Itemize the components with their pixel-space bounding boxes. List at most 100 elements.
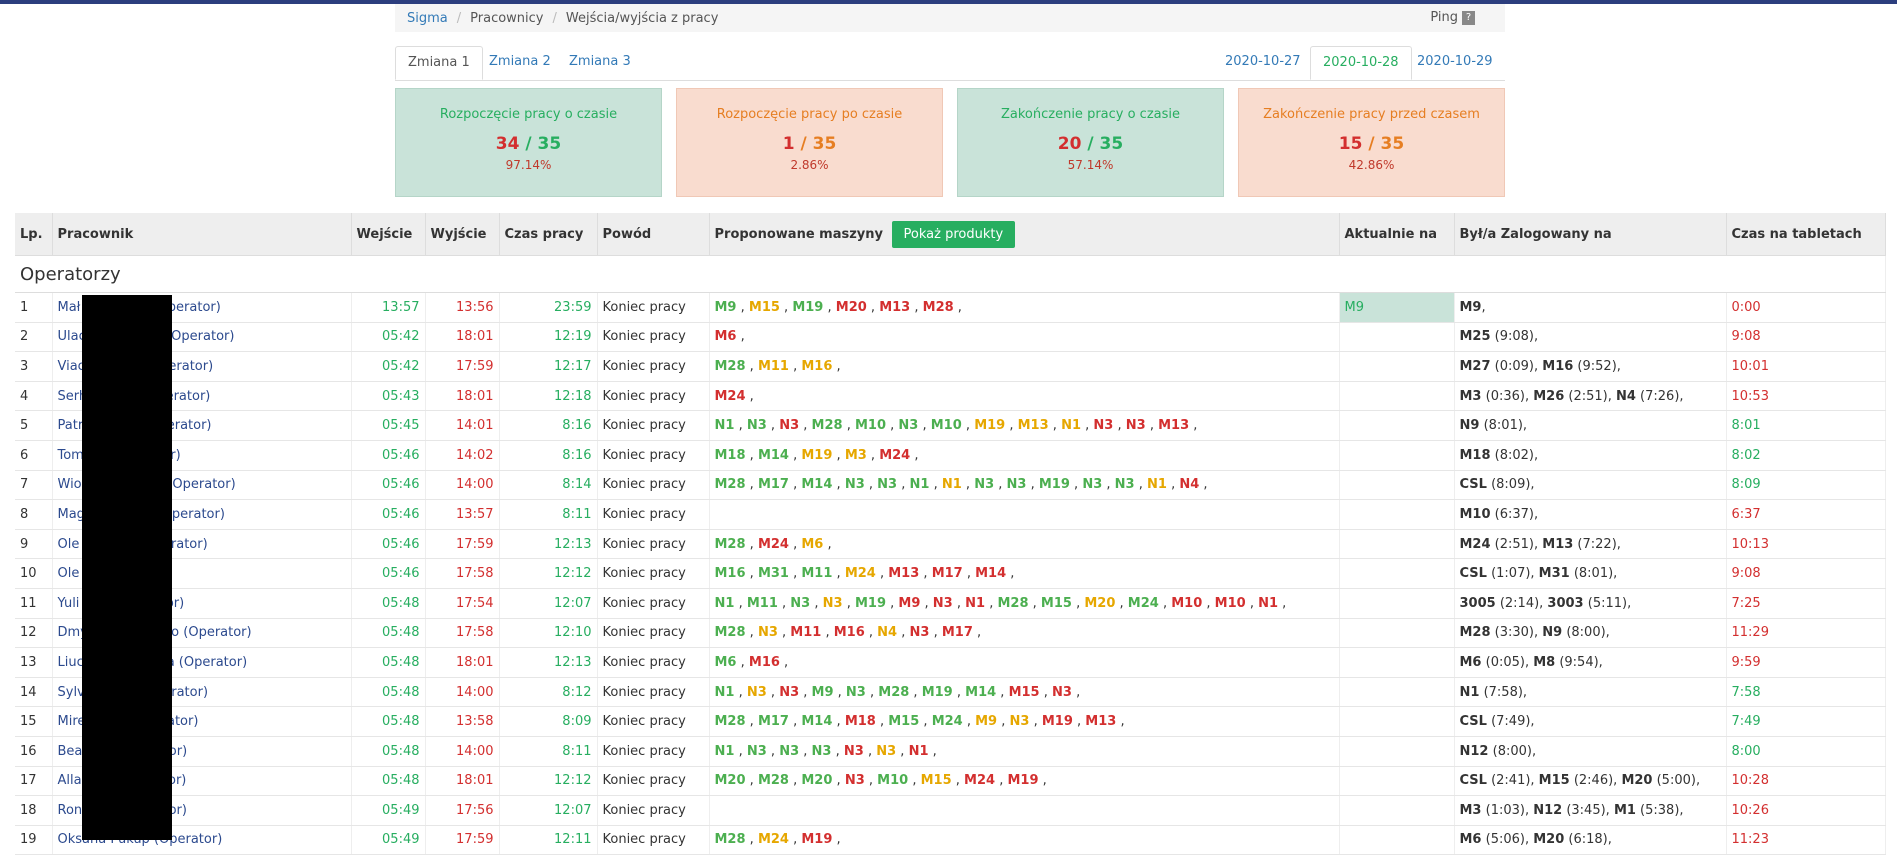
machine-tag[interactable]: N3 bbox=[1093, 418, 1113, 433]
machine-tag[interactable]: N1 bbox=[1061, 418, 1081, 433]
machine-tag[interactable]: M15 bbox=[1009, 685, 1040, 700]
machine-tag[interactable]: M20 bbox=[1084, 596, 1115, 611]
machine-tag[interactable]: M24 bbox=[932, 714, 963, 729]
machine-tag[interactable]: N3 bbox=[1052, 685, 1072, 700]
machine-tag[interactable]: M24 bbox=[964, 773, 995, 788]
machine-tag[interactable]: N1 bbox=[1258, 596, 1278, 611]
machine-tag[interactable]: M15 bbox=[1041, 596, 1072, 611]
tab-zmiana-2[interactable]: Zmiana 2 bbox=[477, 46, 563, 78]
machine-tag[interactable]: M28 bbox=[878, 685, 909, 700]
machine-tag[interactable]: N1 bbox=[1147, 477, 1167, 492]
machine-tag[interactable]: M17 bbox=[758, 477, 789, 492]
machine-tag[interactable]: N3 bbox=[779, 418, 799, 433]
machine-tag[interactable]: N3 bbox=[876, 744, 896, 759]
machine-tag[interactable]: M9 bbox=[812, 685, 834, 700]
machine-tag[interactable]: M15 bbox=[749, 300, 780, 315]
header-zalogowany-na[interactable]: Był/a Zalogowany na bbox=[1454, 213, 1727, 256]
machine-tag[interactable]: N3 bbox=[898, 418, 918, 433]
machine-tag[interactable]: M17 bbox=[758, 714, 789, 729]
machine-tag[interactable]: N1 bbox=[715, 596, 735, 611]
header-czas-na-tabletach[interactable]: Czas na tabletach bbox=[1726, 213, 1886, 256]
machine-tag[interactable]: M13 bbox=[1018, 418, 1049, 433]
machine-tag[interactable]: M13 bbox=[1085, 714, 1116, 729]
machine-tag[interactable]: M15 bbox=[921, 773, 952, 788]
machine-tag[interactable]: N3 bbox=[758, 625, 778, 640]
machine-tag[interactable]: M20 bbox=[836, 300, 867, 315]
machine-tag[interactable]: N1 bbox=[910, 477, 930, 492]
machine-tag[interactable]: N4 bbox=[877, 625, 897, 640]
header-wejscie[interactable]: Wejście bbox=[351, 213, 426, 256]
machine-tag[interactable]: N3 bbox=[1126, 418, 1146, 433]
machine-tag[interactable]: M19 bbox=[801, 448, 832, 463]
machine-tag[interactable]: N3 bbox=[779, 685, 799, 700]
machine-tag[interactable]: N3 bbox=[747, 418, 767, 433]
machine-tag[interactable]: M16 bbox=[715, 566, 746, 581]
machine-tag[interactable]: M24 bbox=[758, 537, 789, 552]
breadcrumb-sigma[interactable]: Sigma bbox=[407, 11, 448, 26]
machine-tag[interactable]: M14 bbox=[758, 448, 789, 463]
machine-tag[interactable]: M13 bbox=[888, 566, 919, 581]
machine-tag[interactable]: N3 bbox=[1082, 477, 1102, 492]
machine-tag[interactable]: M18 bbox=[715, 448, 746, 463]
header-czas-pracy[interactable]: Czas pracy bbox=[499, 213, 598, 256]
machine-tag[interactable]: M20 bbox=[715, 773, 746, 788]
breadcrumb-pracownicy[interactable]: Pracownicy bbox=[470, 11, 543, 26]
machine-tag[interactable]: M28 bbox=[812, 418, 843, 433]
machine-tag[interactable]: M28 bbox=[715, 537, 746, 552]
header-pracownik[interactable]: Pracownik bbox=[52, 213, 352, 256]
machine-tag[interactable]: M14 bbox=[965, 685, 996, 700]
machine-tag[interactable]: M6 bbox=[715, 329, 737, 344]
machine-tag[interactable]: M31 bbox=[758, 566, 789, 581]
machine-tag[interactable]: M19 bbox=[974, 418, 1005, 433]
machine-tag[interactable]: N3 bbox=[877, 477, 897, 492]
machine-tag[interactable]: N3 bbox=[747, 744, 767, 759]
machine-tag[interactable]: N1 bbox=[715, 744, 735, 759]
machine-tag[interactable]: M24 bbox=[1128, 596, 1159, 611]
machine-tag[interactable]: M11 bbox=[801, 566, 832, 581]
machine-tag[interactable]: N1 bbox=[942, 477, 962, 492]
machine-tag[interactable]: N3 bbox=[1115, 477, 1135, 492]
machine-tag[interactable]: N3 bbox=[844, 744, 864, 759]
machine-tag[interactable]: M28 bbox=[715, 359, 746, 374]
machine-tag[interactable]: N3 bbox=[933, 596, 953, 611]
machine-tag[interactable]: M13 bbox=[1158, 418, 1189, 433]
header-aktualnie-na[interactable]: Aktualnie na bbox=[1339, 213, 1455, 256]
machine-tag[interactable]: M17 bbox=[942, 625, 973, 640]
machine-tag[interactable]: N3 bbox=[1007, 477, 1027, 492]
machine-tag[interactable]: N3 bbox=[823, 596, 843, 611]
machine-tag[interactable]: N3 bbox=[790, 596, 810, 611]
machine-tag[interactable]: M3 bbox=[845, 448, 867, 463]
ping-indicator[interactable]: Ping? bbox=[1430, 10, 1475, 25]
machine-tag[interactable]: M19 bbox=[792, 300, 823, 315]
machine-tag[interactable]: N3 bbox=[846, 685, 866, 700]
machine-tag[interactable]: N3 bbox=[845, 477, 865, 492]
machine-tag[interactable]: N3 bbox=[812, 744, 832, 759]
machine-tag[interactable]: M14 bbox=[801, 714, 832, 729]
machine-tag[interactable]: M28 bbox=[715, 714, 746, 729]
machine-tag[interactable]: N4 bbox=[1179, 477, 1199, 492]
tab-date-prev[interactable]: 2020-10-27 bbox=[1213, 46, 1313, 78]
header-lp[interactable]: Lp. bbox=[15, 213, 53, 256]
tab-date-next[interactable]: 2020-10-29 bbox=[1405, 46, 1505, 78]
machine-tag[interactable]: N1 bbox=[965, 596, 985, 611]
machine-tag[interactable]: M6 bbox=[801, 537, 823, 552]
machine-tag[interactable]: M9 bbox=[898, 596, 920, 611]
machine-tag[interactable]: M20 bbox=[801, 773, 832, 788]
machine-tag[interactable]: M28 bbox=[997, 596, 1028, 611]
machine-tag[interactable]: N3 bbox=[1010, 714, 1030, 729]
machine-tag[interactable]: M16 bbox=[801, 359, 832, 374]
machine-tag[interactable]: M6 bbox=[715, 655, 737, 670]
machine-tag[interactable]: M10 bbox=[1171, 596, 1202, 611]
tab-date-current[interactable]: 2020-10-28 bbox=[1310, 46, 1412, 80]
machine-tag[interactable]: M14 bbox=[975, 566, 1006, 581]
machine-tag[interactable]: N3 bbox=[747, 685, 767, 700]
machine-tag[interactable]: N3 bbox=[910, 625, 930, 640]
machine-tag[interactable]: M10 bbox=[877, 773, 908, 788]
machine-tag[interactable]: M13 bbox=[879, 300, 910, 315]
machine-tag[interactable]: M17 bbox=[932, 566, 963, 581]
machine-tag[interactable]: M19 bbox=[1039, 477, 1070, 492]
machine-tag[interactable]: M28 bbox=[923, 300, 954, 315]
machine-tag[interactable]: N1 bbox=[909, 744, 929, 759]
machine-tag[interactable]: M28 bbox=[715, 477, 746, 492]
machine-tag[interactable]: M24 bbox=[845, 566, 876, 581]
